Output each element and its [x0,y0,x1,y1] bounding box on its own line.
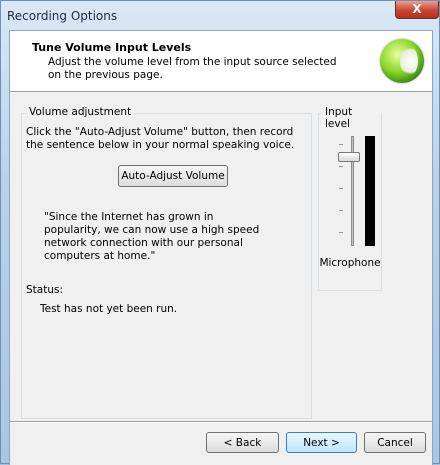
wizard-header: Tune Volume Input Levels Adjust the volu… [10,31,432,92]
slider-tick [339,232,343,233]
slider-tick [339,210,343,211]
input-level-meter [365,136,375,246]
volume-slider-thumb[interactable] [338,152,360,162]
auto-adjust-volume-button[interactable]: Auto-Adjust Volume [118,165,228,187]
status-value: Test has not yet been run. [40,303,178,315]
dialog-client-area: Tune Volume Input Levels Adjust the volu… [9,30,433,465]
slider-tick [339,188,343,189]
header-subtitle: Adjust the volume level from the input s… [48,56,337,81]
cancel-button[interactable]: Cancel [364,432,426,453]
title-bar[interactable]: Recording Options X [1,1,440,29]
recording-options-window: Recording Options X Tune Volume Input Le… [0,0,440,465]
slider-tick [339,144,343,145]
input-level-group: Input level Microphone [318,106,382,291]
next-button[interactable]: Next > [286,432,357,453]
close-button[interactable]: X [395,1,439,19]
instructions-text: Click the "Auto-Adjust Volume" button, t… [26,126,295,151]
volume-adjustment-group: Volume adjustment Click the "Auto-Adjust… [21,106,312,419]
sample-sentence: "Since the Internet has grown in popular… [44,211,260,262]
input-source-name: Microphone [319,257,381,269]
status-label: Status: [26,284,63,296]
footer-divider [10,421,432,423]
volume-adjustment-label: Volume adjustment [26,106,135,118]
close-icon: X [412,2,422,16]
speech-recognition-logo-icon [380,39,424,83]
header-title: Tune Volume Input Levels [32,41,192,54]
back-button[interactable]: < Back [206,432,279,453]
slider-tick [339,166,343,167]
window-title: Recording Options [7,9,118,23]
input-level-label: Input level [322,106,381,130]
